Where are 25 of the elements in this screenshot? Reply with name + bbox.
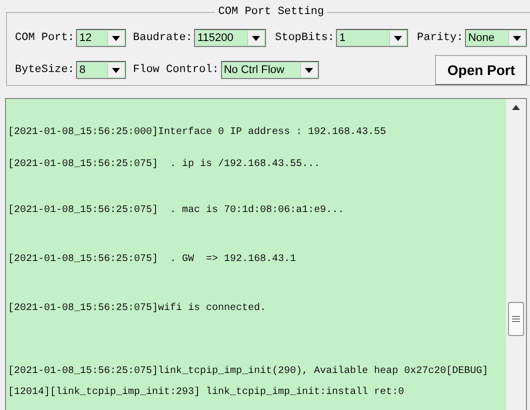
dropdown-field[interactable]: 12 [76, 29, 126, 47]
log-line: [2021-01-08_15:56:25:075] . mac is 70:1d:08:06:a1:e9... [8, 204, 346, 218]
field-label: StopBits: [275, 32, 334, 44]
log-line: [2021-01-08_15:56:25:075]link_tcpip_imp_init(290), Available heap 0x27c20[DEBUG] [8, 365, 490, 379]
field-label: COM Port: [15, 32, 74, 44]
field-label: Flow Control: [133, 64, 219, 76]
dropdown-field[interactable]: 8 [76, 61, 126, 79]
scroll-thumb[interactable] [508, 302, 524, 336]
open-port-button[interactable]: Open Port [435, 55, 528, 85]
dropdown-field[interactable]: 115200 [194, 29, 266, 47]
grip-icon [512, 316, 520, 322]
scrollbar[interactable] [505, 99, 526, 410]
dropdown-field[interactable]: None [465, 29, 528, 47]
log-line: [2021-01-08_15:56:25:000]Interface 0 IP address : 192.168.43.55 [8, 126, 388, 140]
scroll-up-icon[interactable] [512, 105, 520, 110]
log-line: [12014][link_tcpip_imp_init:293] link_tcpip_imp_init:install ret:0 [8, 386, 406, 400]
field-label: Parity: [417, 32, 464, 44]
field-label: Baudrate: [133, 32, 192, 44]
dropdown-field[interactable]: 1 [336, 29, 408, 47]
log-line: [2021-01-08_15:56:25:075]wifi is connected. [8, 302, 268, 316]
log-line: [2021-01-08_15:56:25:075] . GW => 192.168.43.1 [8, 253, 298, 267]
field-label: ByteSize: [15, 64, 74, 76]
group-title: COM Port Setting [217, 6, 325, 18]
dropdown-field[interactable]: No Ctrl Flow [220, 61, 319, 79]
log-line: [2021-01-08_15:56:25:075] . ip is /192.168.43.55... [8, 158, 322, 172]
